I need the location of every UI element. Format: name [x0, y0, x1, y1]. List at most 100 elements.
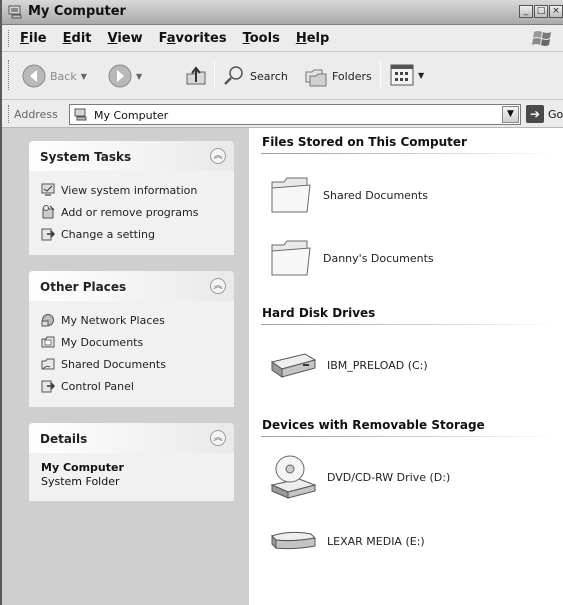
file-view: Files Stored on This Computer Shared Doc…: [249, 128, 563, 605]
place-label: My Documents: [61, 335, 144, 349]
address-bar: Address My Computer ▼ ➔ Go: [2, 100, 563, 128]
system-info-icon: [41, 183, 55, 196]
address-value: My Computer: [94, 109, 169, 122]
group-divider: [261, 153, 561, 154]
address-dropdown-icon[interactable]: ▼: [502, 106, 519, 123]
group-divider: [261, 324, 561, 325]
toolbar-separator: [380, 62, 381, 88]
back-label: Back: [50, 69, 77, 83]
back-button[interactable]: Back ▼: [22, 64, 87, 88]
other-places-header[interactable]: Other Places ︽: [29, 271, 234, 301]
go-button[interactable]: ➔ Go: [526, 105, 563, 123]
search-label: Search: [250, 69, 288, 83]
maximize-button[interactable]: □: [534, 5, 548, 18]
toolbar-grip[interactable]: [8, 60, 10, 90]
item-label: IBM_PRELOAD (C:): [327, 358, 428, 372]
menu-favorites[interactable]: Favorites: [159, 31, 227, 46]
menu-bar: File Edit View Favorites Tools Help: [2, 25, 563, 52]
details-panel: Details ︽ My Computer System Folder: [29, 423, 234, 501]
documents-folder-icon: [41, 336, 55, 348]
search-icon: [224, 66, 243, 85]
folder-up-icon: [186, 66, 206, 85]
item-label: DVD/CD-RW Drive (D:): [327, 470, 451, 484]
folder-shared-documents[interactable]: Shared Documents: [269, 174, 428, 216]
search-button[interactable]: Search: [222, 64, 288, 88]
shared-folder-icon: [41, 358, 55, 370]
address-grip[interactable]: [8, 105, 10, 123]
other-places-panel: Other Places ︽ My Network Places My Docu…: [29, 271, 234, 407]
group-title-removable-storage: Devices with Removable Storage: [262, 418, 485, 432]
place-label: Control Panel: [61, 379, 134, 393]
drive-ibm-preload-c[interactable]: IBM_PRELOAD (C:): [269, 350, 428, 380]
windows-logo-icon: [532, 31, 551, 46]
menu-view[interactable]: View: [108, 31, 143, 46]
views-button[interactable]: ▼: [390, 64, 424, 86]
menu-file[interactable]: File: [20, 31, 47, 46]
task-change-setting[interactable]: Change a setting: [41, 223, 224, 245]
task-label: Change a setting: [61, 227, 155, 241]
my-computer-icon: [74, 108, 87, 121]
title-bar[interactable]: My Computer _ □ ×: [2, 0, 563, 25]
window-controls: _ □ ×: [519, 5, 563, 18]
task-add-remove-programs[interactable]: Add or remove programs: [41, 201, 224, 223]
minimize-button[interactable]: _: [519, 5, 533, 18]
system-tasks-header[interactable]: System Tasks ︽: [29, 141, 234, 171]
explorer-window: My Computer _ □ × File Edit View Favorit…: [0, 0, 563, 605]
folders-icon: [305, 69, 327, 87]
forward-arrow-icon: [108, 64, 132, 88]
folders-button[interactable]: Folders: [304, 64, 372, 88]
folders-label: Folders: [332, 69, 372, 83]
item-label: Shared Documents: [323, 188, 428, 202]
menu-help[interactable]: Help: [296, 31, 329, 46]
standard-toolbar: Back ▼ ▼ Search Folders ▼: [2, 52, 563, 100]
window-title: My Computer: [28, 4, 126, 19]
task-view-system-info[interactable]: View system information: [41, 179, 224, 201]
details-item-type: System Folder: [41, 475, 120, 488]
details-header[interactable]: Details ︽: [29, 423, 234, 453]
drive-dvd-cdrw-d[interactable]: DVD/CD-RW Drive (D:): [269, 453, 450, 501]
add-remove-icon: [42, 205, 55, 219]
views-dropdown-icon[interactable]: ▼: [418, 71, 424, 80]
system-tasks-panel: System Tasks ︽ View system information A…: [29, 141, 234, 255]
place-label: My Network Places: [61, 313, 165, 327]
collapse-chevron-icon[interactable]: ︽: [210, 430, 226, 446]
address-label: Address: [14, 108, 58, 121]
place-label: Shared Documents: [61, 357, 166, 371]
collapse-chevron-icon[interactable]: ︽: [210, 148, 226, 164]
forward-dropdown-icon[interactable]: ▼: [136, 72, 142, 81]
hard-disk-icon: [270, 353, 317, 378]
folder-icon: [271, 177, 311, 213]
up-button[interactable]: [184, 64, 208, 88]
place-shared-documents[interactable]: Shared Documents: [41, 353, 224, 375]
menu-edit[interactable]: Edit: [63, 31, 92, 46]
my-computer-icon: [8, 5, 22, 19]
task-pane: System Tasks ︽ View system information A…: [2, 128, 249, 605]
item-label: LEXAR MEDIA (E:): [327, 534, 425, 548]
network-places-icon: [41, 314, 54, 327]
go-arrow-icon: ➔: [526, 105, 544, 123]
place-my-documents[interactable]: My Documents: [41, 331, 224, 353]
forward-button[interactable]: ▼: [108, 64, 142, 88]
control-panel-icon: [41, 380, 55, 393]
close-button[interactable]: ×: [549, 5, 563, 18]
details-item-name: My Computer: [41, 461, 124, 474]
place-control-panel[interactable]: Control Panel: [41, 375, 224, 397]
menu-tools[interactable]: Tools: [243, 31, 280, 46]
menu-grip[interactable]: [8, 30, 10, 47]
drive-lexar-media-e[interactable]: LEXAR MEDIA (E:): [269, 526, 425, 556]
place-my-network-places[interactable]: My Network Places: [41, 309, 224, 331]
control-panel-icon: [41, 228, 55, 241]
collapse-chevron-icon[interactable]: ︽: [210, 278, 226, 294]
back-dropdown-icon[interactable]: ▼: [81, 72, 87, 81]
dvd-drive-icon: [270, 455, 317, 499]
folder-dannys-documents[interactable]: Danny's Documents: [269, 237, 434, 279]
back-arrow-icon: [22, 64, 46, 88]
removable-drive-icon: [271, 531, 317, 550]
system-tasks-title: System Tasks: [40, 150, 132, 164]
task-label: View system information: [61, 183, 198, 197]
group-title-hard-disk-drives: Hard Disk Drives: [262, 306, 376, 320]
group-divider: [261, 436, 561, 437]
item-label: Danny's Documents: [323, 251, 434, 265]
task-label: Add or remove programs: [61, 205, 199, 219]
address-input[interactable]: My Computer ▼: [69, 104, 521, 125]
